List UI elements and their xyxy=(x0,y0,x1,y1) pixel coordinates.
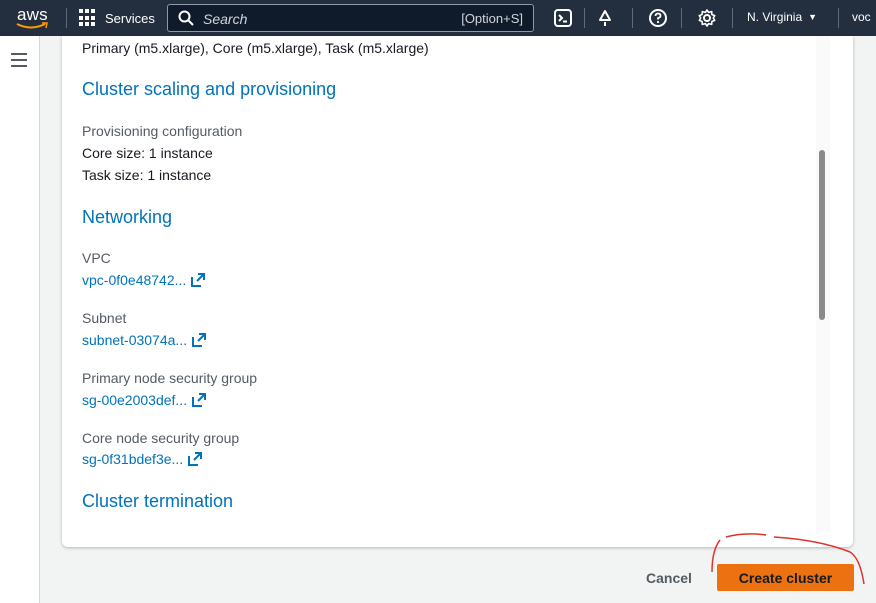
caret-down-icon: ▼ xyxy=(808,12,818,22)
primary-sg-link-text: sg-00e2003def... xyxy=(82,392,188,408)
nav-divider xyxy=(66,8,67,28)
core-sg-link-text: sg-0f31bdef3e... xyxy=(82,451,184,467)
primary-sg-label: Primary node security group xyxy=(82,370,258,386)
core-size-value: Core size: 1 instance xyxy=(82,145,213,161)
services-menu-button[interactable]: Services xyxy=(79,6,155,30)
nav-divider xyxy=(632,8,633,28)
cloudshell-icon[interactable] xyxy=(553,8,573,28)
primary-sg-link[interactable]: sg-00e2003def... xyxy=(82,392,207,408)
subnet-label: Subnet xyxy=(82,310,127,326)
region-label: N. Virginia xyxy=(747,10,803,24)
vpc-label: VPC xyxy=(82,250,111,266)
instance-groups-summary: Primary (m5.xlarge), Core (m5.xlarge), T… xyxy=(82,40,429,56)
search-placeholder: Search xyxy=(203,11,248,27)
account-menu[interactable]: voc xyxy=(852,10,871,24)
services-label: Services xyxy=(105,10,155,26)
vpc-link-text: vpc-0f0e48742... xyxy=(82,272,187,288)
search-shortcut: [Option+S] xyxy=(461,11,523,26)
scrollbar-thumb[interactable] xyxy=(819,150,825,320)
provisioning-label: Provisioning configuration xyxy=(82,123,243,139)
core-sg-label: Core node security group xyxy=(82,430,240,446)
aws-logo[interactable]: aws xyxy=(14,4,50,32)
subnet-link[interactable]: subnet-03074a... xyxy=(82,332,207,348)
aws-smile-icon xyxy=(16,22,48,29)
side-navigation-rail xyxy=(0,36,40,603)
section-heading-networking: Networking xyxy=(82,207,173,227)
cancel-button[interactable]: Cancel xyxy=(638,566,700,590)
external-link-icon xyxy=(192,393,207,407)
subnet-link-text: subnet-03074a... xyxy=(82,332,188,348)
nav-divider xyxy=(838,8,839,28)
grid-icon xyxy=(79,9,97,27)
task-size-value: Task size: 1 instance xyxy=(82,167,212,183)
top-navigation: aws Services Search [Option+S] N. Virgin… xyxy=(0,0,876,36)
help-icon[interactable] xyxy=(648,8,668,28)
nav-divider xyxy=(732,8,733,28)
review-panel: Primary (m5.xlarge), Core (m5.xlarge), T… xyxy=(62,36,853,547)
search-icon xyxy=(178,10,194,26)
external-link-icon xyxy=(188,452,203,466)
menu-hamburger-icon[interactable] xyxy=(11,53,27,67)
external-link-icon xyxy=(192,333,207,347)
core-sg-link[interactable]: sg-0f31bdef3e... xyxy=(82,451,203,467)
nav-divider xyxy=(584,8,585,28)
external-link-icon xyxy=(191,273,206,287)
search-input[interactable]: Search [Option+S] xyxy=(167,4,534,32)
create-cluster-button[interactable]: Create cluster xyxy=(717,564,854,591)
settings-gear-icon[interactable] xyxy=(697,8,717,28)
notifications-bell-icon[interactable] xyxy=(595,8,615,28)
section-heading-scaling: Cluster scaling and provisioning xyxy=(82,79,337,99)
vpc-link[interactable]: vpc-0f0e48742... xyxy=(82,272,206,288)
region-selector[interactable]: N. Virginia ▼ xyxy=(747,10,817,24)
section-heading-termination: Cluster termination xyxy=(82,491,234,511)
nav-divider xyxy=(681,8,682,28)
